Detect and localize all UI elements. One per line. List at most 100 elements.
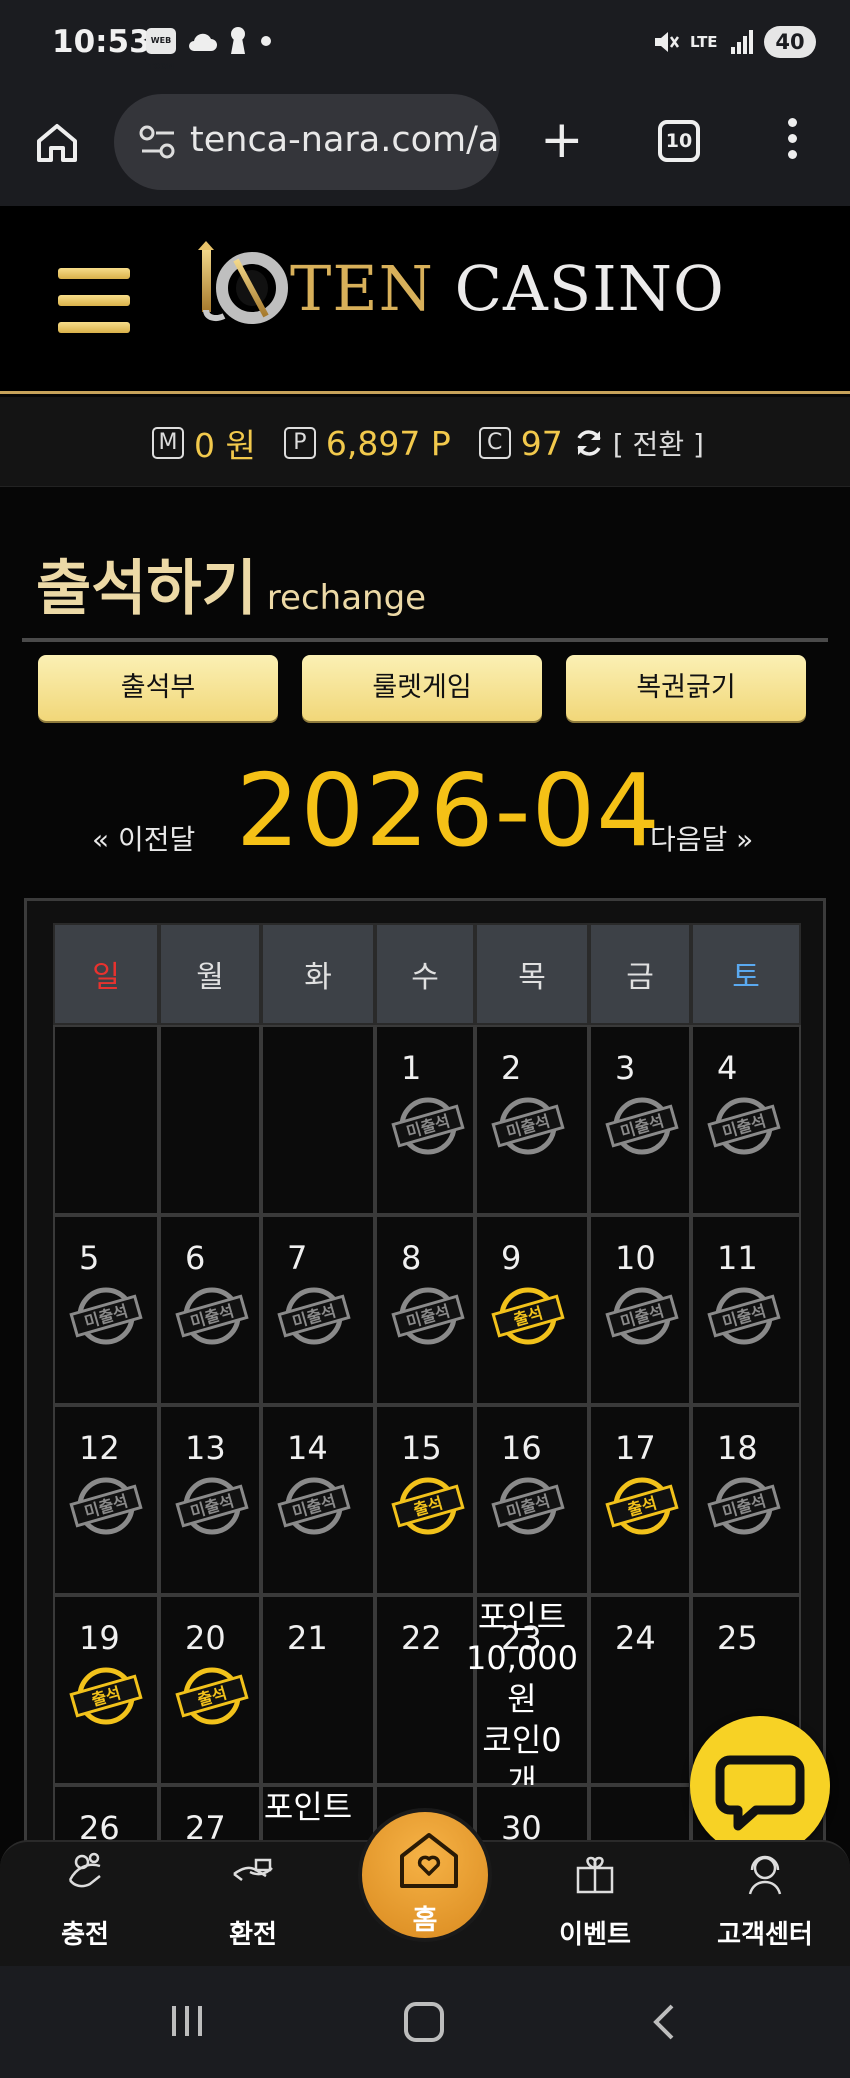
tab-scratch-lottery[interactable]: 복권긁기 [566, 655, 806, 721]
cloud-icon [189, 33, 217, 51]
absent-stamp-icon: 미출석 [491, 1097, 565, 1155]
absent-stamp-icon: 미출석 [391, 1287, 465, 1345]
back-icon[interactable] [648, 2002, 678, 2042]
title-divider [22, 638, 828, 642]
exchange-icon [233, 1858, 273, 1881]
more-menu-icon[interactable] [785, 118, 799, 168]
attended-stamp-icon: 출석 [605, 1477, 679, 1535]
calendar-day-cell: 1 미출석 [375, 1025, 475, 1215]
refresh-icon[interactable] [573, 427, 605, 459]
logo-casino: CASINO [454, 252, 725, 325]
reward-note: 포인트 [243, 1787, 373, 1828]
absent-stamp-icon: 미출석 [69, 1287, 143, 1345]
reward-note: 포인트 10,000 원 코인0 개 [457, 1597, 587, 1802]
nav-home-label: 홈 [412, 1905, 438, 1936]
calendar-day-number: 13 [185, 1429, 226, 1467]
address-bar[interactable]: tenca-nara.com/a [114, 94, 500, 190]
calendar-day-cell: 16 미출석 [475, 1405, 589, 1595]
url-text[interactable]: tenca-nara.com/a [190, 120, 499, 160]
mute-icon [655, 32, 680, 52]
weekday-header-cell: 화 [261, 923, 375, 1025]
calendar-day-cell: 3 미출석 [589, 1025, 691, 1215]
calendar-week-row: 1 미출석 2 미출석 3 미출석 4 미출석 [53, 1025, 801, 1215]
absent-stamp-icon: 미출석 [707, 1097, 781, 1155]
home-icon[interactable] [34, 120, 80, 166]
new-tab-icon[interactable]: + [540, 114, 584, 166]
weekday-header-cell: 수 [375, 923, 475, 1025]
calendar-week-row: 12 미출석 13 미출석 14 미출석 15 출석 16 미출석 17 출석 18 미출석 [53, 1405, 801, 1595]
site-settings-icon[interactable] [138, 124, 178, 160]
tab-attendance-book[interactable]: 출석부 [38, 655, 278, 721]
battery-indicator: 40 [764, 26, 816, 58]
reward-note-line: 포인트 [263, 1788, 353, 1826]
status-bar: 10:53 WEB TOON LTE 40 [0, 0, 850, 90]
hamburger-menu-icon[interactable] [58, 268, 130, 334]
calendar-day-cell: 19 출석 [53, 1595, 159, 1785]
headset-icon [748, 1855, 782, 1895]
coin-icon: C [478, 427, 511, 459]
calendar-day-cell [53, 1025, 159, 1215]
next-month-link[interactable]: 다음달 » [650, 818, 753, 858]
absent-stamp-icon: 미출석 [707, 1477, 781, 1535]
prev-month-link[interactable]: « 이전달 [92, 818, 195, 858]
nav-event[interactable]: 이벤트 [530, 1842, 660, 1968]
nav-home-button[interactable]: 홈 [358, 1808, 492, 1942]
reward-note-line: 코인0 [482, 1721, 562, 1759]
weekday-header-cell: 월 [159, 923, 261, 1025]
calendar-day-cell: 24 [589, 1595, 691, 1785]
calendar-day-number: 16 [501, 1429, 542, 1467]
nav-support[interactable]: 고객센터 [700, 1842, 830, 1968]
calendar-day-number: 10 [615, 1239, 656, 1277]
logo-emblem[interactable] [196, 240, 288, 330]
calendar-day-cell: 20 출석 [159, 1595, 261, 1785]
nav-event-label: 이벤트 [559, 1920, 631, 1950]
status-icons-right: LTE 40 [652, 26, 816, 58]
page-subtitle: rechange [266, 578, 427, 618]
recent-apps-icon[interactable] [168, 2004, 206, 2038]
site-header: TEN CASINO [0, 206, 850, 394]
calendar-day-number: 3 [615, 1049, 636, 1087]
status-time: 10:53 [52, 24, 151, 60]
calendar-day-cell: 6 미출석 [159, 1215, 261, 1405]
dot-icon [261, 36, 271, 46]
browser-toolbar: tenca-nara.com/a + 10 [0, 90, 850, 206]
attended-stamp-icon: 출석 [491, 1287, 565, 1345]
attended-stamp-icon: 출석 [175, 1667, 249, 1725]
calendar-day-number: 12 [79, 1429, 120, 1467]
reward-note-line: 원 [507, 1680, 537, 1718]
absent-stamp-icon: 미출석 [69, 1477, 143, 1535]
tab-roulette-game[interactable]: 룰렛게임 [302, 655, 542, 721]
weekday-header-cell: 금 [589, 923, 691, 1025]
calendar-day-number: 17 [615, 1429, 656, 1467]
tab-switcher-button[interactable]: 10 [658, 120, 700, 162]
logo-wordmark[interactable]: TEN CASINO [290, 252, 725, 325]
logo-ten: TEN [290, 252, 434, 325]
calendar-day-cell: 4 미출석 [691, 1025, 801, 1215]
money-balance: 0 원 [194, 426, 256, 465]
attended-stamp-icon: 출석 [391, 1477, 465, 1535]
switch-button[interactable]: [ 전환 ] [613, 423, 704, 463]
calendar-day-number: 6 [185, 1239, 206, 1277]
signal-icon [731, 30, 753, 54]
nav-exchange-label: 환전 [229, 1920, 277, 1950]
calendar-day-number: 19 [79, 1619, 120, 1657]
page-title-korean: 출석하기 [36, 554, 257, 624]
calendar-week-row: 5 미출석 6 미출석 7 미출석 8 미출석 9 출석 10 미출석 11 미출석 [53, 1215, 801, 1405]
calendar-day-cell: 10 미출석 [589, 1215, 691, 1405]
home-heart-icon [400, 1833, 458, 1888]
system-home-button[interactable] [404, 2002, 444, 2042]
nav-exchange[interactable]: 환전 [188, 1842, 318, 1968]
status-icons-left: WEB TOON [146, 26, 274, 71]
reward-note-line: 10,000 [466, 1639, 578, 1677]
calendar-day-cell: 12 미출석 [53, 1405, 159, 1595]
absent-stamp-icon: 미출석 [491, 1477, 565, 1535]
calendar-day-number: 21 [287, 1619, 328, 1657]
nav-charge[interactable]: 충전 [20, 1842, 150, 1968]
calendar-day-number: 4 [717, 1049, 738, 1087]
absent-stamp-icon: 미출석 [175, 1477, 249, 1535]
live-chat-button[interactable] [690, 1716, 830, 1856]
calendar-day-cell [261, 1025, 375, 1215]
calendar-day-cell: 17 출석 [589, 1405, 691, 1595]
calendar-day-cell: 13 미출석 [159, 1405, 261, 1595]
calendar-day-number: 18 [717, 1429, 758, 1467]
